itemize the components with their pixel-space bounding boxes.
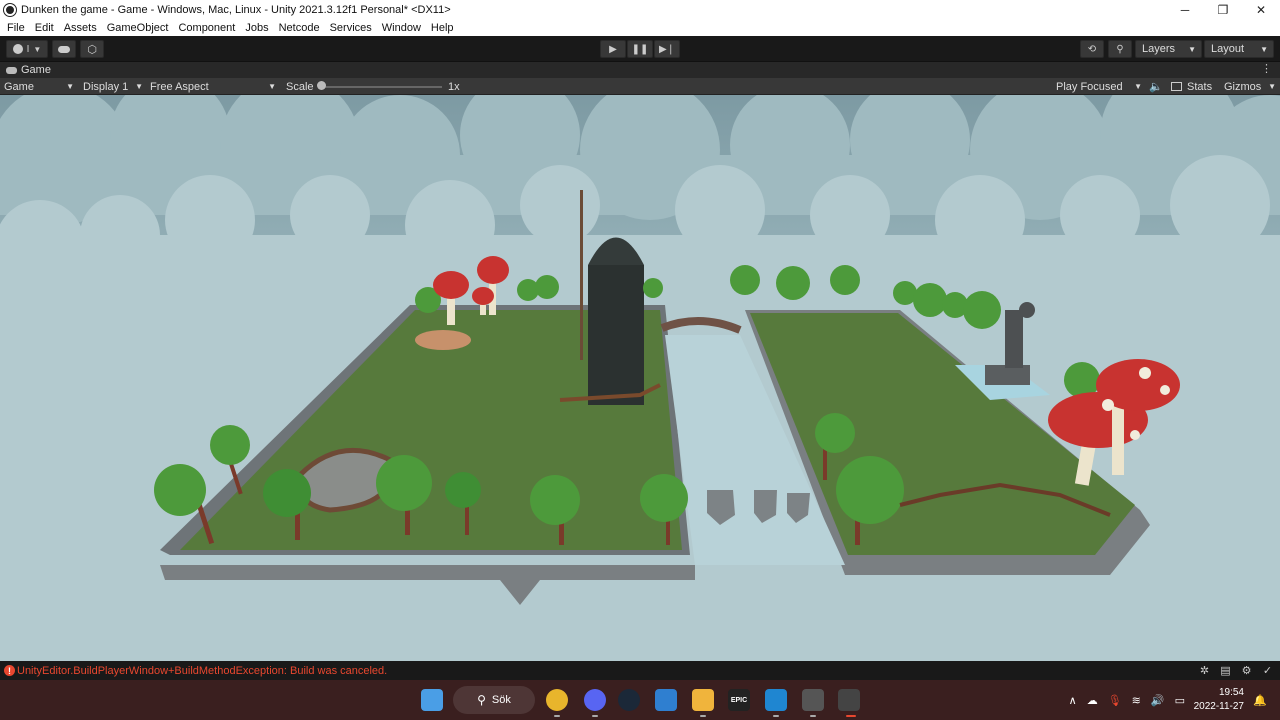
main-toolbar: I ▼ ⬡ ▶ ❚❚ ▶❘ ⟲ ⚲ Layers ▼ Layout ▼: [0, 36, 1280, 62]
menu-window[interactable]: Window: [377, 22, 426, 34]
store-icon[interactable]: [655, 689, 677, 711]
account-icon: [12, 44, 23, 54]
window-title: Dunken the game - Game - Windows, Mac, L…: [21, 3, 451, 16]
console-error-message[interactable]: UnityEditor.BuildPlayerWindow+BuildMetho…: [17, 665, 387, 677]
step-button[interactable]: ▶❘: [654, 40, 680, 58]
display-dropdown[interactable]: Display 1 ▼: [83, 78, 143, 95]
scale-label: Scale: [286, 80, 314, 93]
cloud-icon: [58, 45, 70, 53]
menu-help[interactable]: Help: [426, 22, 459, 34]
check-icon[interactable]: ✓: [1261, 664, 1274, 677]
vscode-icon[interactable]: [765, 689, 787, 711]
microphone-icon[interactable]: 🎙: [1108, 694, 1122, 707]
file-explorer-icon[interactable]: [692, 689, 714, 711]
unity-icon: [4, 3, 16, 16]
speaker-icon: 🔈: [1149, 81, 1163, 93]
game-scene: [0, 95, 1280, 661]
log-pile: [415, 330, 471, 350]
pause-button[interactable]: ❚❚: [627, 40, 653, 58]
cloud-button[interactable]: [52, 40, 76, 58]
close-button[interactable]: ✕: [1242, 0, 1280, 19]
progress-icon[interactable]: ▤: [1219, 664, 1232, 677]
error-icon: !: [4, 665, 15, 676]
menu-assets[interactable]: Assets: [59, 22, 102, 34]
menu-bar: File Edit Assets GameObject Component Jo…: [0, 19, 1280, 36]
chevron-down-icon: ▼: [66, 82, 74, 91]
notification-bell-icon[interactable]: 🔔: [1253, 694, 1267, 707]
notification-area: 🔔: [1248, 680, 1272, 720]
system-tray: ∧ ☁ 🎙 ≋ 🔊 ▭: [1064, 680, 1190, 720]
scale-slider-track[interactable]: [322, 86, 442, 88]
console-status-bar[interactable]: ! UnityEditor.BuildPlayerWindow+BuildMet…: [0, 661, 1280, 680]
menu-file[interactable]: File: [2, 22, 30, 34]
play-icon: ▶: [609, 43, 617, 55]
layers-dropdown[interactable]: Layers ▼: [1135, 40, 1202, 58]
aspect-dropdown[interactable]: Free Aspect ▼: [150, 78, 276, 95]
play-button[interactable]: ▶: [600, 40, 626, 58]
undo-history-button[interactable]: ⟲: [1080, 40, 1104, 58]
title-bar: Dunken the game - Game - Windows, Mac, L…: [0, 0, 1280, 19]
history-icon: ⟲: [1087, 43, 1097, 55]
scale-value: 1x: [448, 80, 460, 93]
status-icons: ✲ ▤ ⚙ ✓: [1198, 664, 1274, 677]
steam-icon[interactable]: [618, 689, 640, 711]
tab-game[interactable]: Game: [0, 64, 51, 76]
account-dropdown[interactable]: I ▼: [6, 40, 48, 58]
start-windows-icon[interactable]: [421, 689, 443, 711]
game-view-controls: Game ▼ Display 1 ▼ Free Aspect ▼ Scale 1…: [0, 78, 1280, 95]
grid-icon: [1171, 82, 1182, 91]
stats-toggle[interactable]: Stats: [1171, 78, 1212, 95]
discord-icon[interactable]: [584, 689, 606, 711]
debug-bug-icon[interactable]: ✲: [1198, 664, 1211, 677]
chevron-up-icon[interactable]: ∧: [1069, 694, 1077, 707]
chevron-down-icon: ▼: [1268, 82, 1276, 91]
mute-audio-button[interactable]: 🔈: [1149, 78, 1163, 95]
gamepad-icon: [6, 66, 17, 74]
taskbar-search[interactable]: ⚲ Sök: [453, 686, 535, 714]
chrome-icon[interactable]: [546, 689, 568, 711]
layout-dropdown[interactable]: Layout ▼: [1204, 40, 1274, 58]
wifi-icon[interactable]: ≋: [1132, 694, 1141, 707]
unity-editor-icon[interactable]: [838, 689, 860, 711]
collab-button[interactable]: ⬡: [80, 40, 104, 58]
chevron-down-icon: ▼: [1188, 44, 1196, 54]
play-focused-dropdown[interactable]: Play Focused ▼: [1056, 78, 1142, 95]
taskbar-clock[interactable]: 19:54 2022-11-27: [1194, 686, 1244, 714]
display-mode-dropdown[interactable]: Game ▼: [4, 78, 76, 95]
minimize-button[interactable]: ─: [1166, 0, 1204, 19]
scale-slider-handle[interactable]: [317, 81, 326, 90]
unity-hub-icon[interactable]: [802, 689, 824, 711]
view-tabbar: Game ⋮: [0, 62, 1280, 78]
gizmos-dropdown[interactable]: Gizmos ▼: [1224, 78, 1276, 95]
step-icon: ▶❘: [658, 43, 676, 55]
epic-games-icon[interactable]: EPIC: [728, 689, 750, 711]
menu-component[interactable]: Component: [173, 22, 240, 34]
chevron-down-icon: ▼: [268, 82, 276, 91]
volume-icon[interactable]: 🔊: [1151, 694, 1165, 707]
menu-jobs[interactable]: Jobs: [240, 22, 273, 34]
clock-time: 19:54: [1218, 687, 1244, 698]
battery-icon[interactable]: ▭: [1175, 694, 1185, 707]
windows-taskbar: ⚲ Sök EPIC ∧ ☁ 🎙 ≋ 🔊 ▭ 19:54 2022-11-27 …: [0, 680, 1280, 720]
search-icon: ⚲: [1116, 43, 1124, 55]
clock-date: 2022-11-27: [1193, 701, 1244, 712]
chevron-down-icon: ▼: [135, 82, 143, 91]
search-button[interactable]: ⚲: [1108, 40, 1132, 58]
menu-gameobject[interactable]: GameObject: [102, 22, 174, 34]
window-controls: ─ ❐ ✕: [1166, 0, 1280, 19]
pause-icon: ❚❚: [631, 43, 649, 55]
chevron-down-icon: ▼: [1260, 44, 1268, 54]
menu-services[interactable]: Services: [325, 22, 377, 34]
collab-icon: ⬡: [87, 43, 97, 56]
onedrive-cloud-icon[interactable]: ☁: [1087, 694, 1098, 707]
more-options-icon[interactable]: ⋮: [1261, 62, 1272, 75]
restore-button[interactable]: ❐: [1204, 0, 1242, 19]
chevron-down-icon: ▼: [1134, 82, 1142, 91]
menu-netcode[interactable]: Netcode: [274, 22, 325, 34]
search-icon: ⚲: [477, 693, 486, 707]
game-view-viewport[interactable]: [0, 95, 1280, 661]
menu-edit[interactable]: Edit: [30, 22, 59, 34]
rendering-icon[interactable]: ⚙: [1240, 664, 1253, 677]
